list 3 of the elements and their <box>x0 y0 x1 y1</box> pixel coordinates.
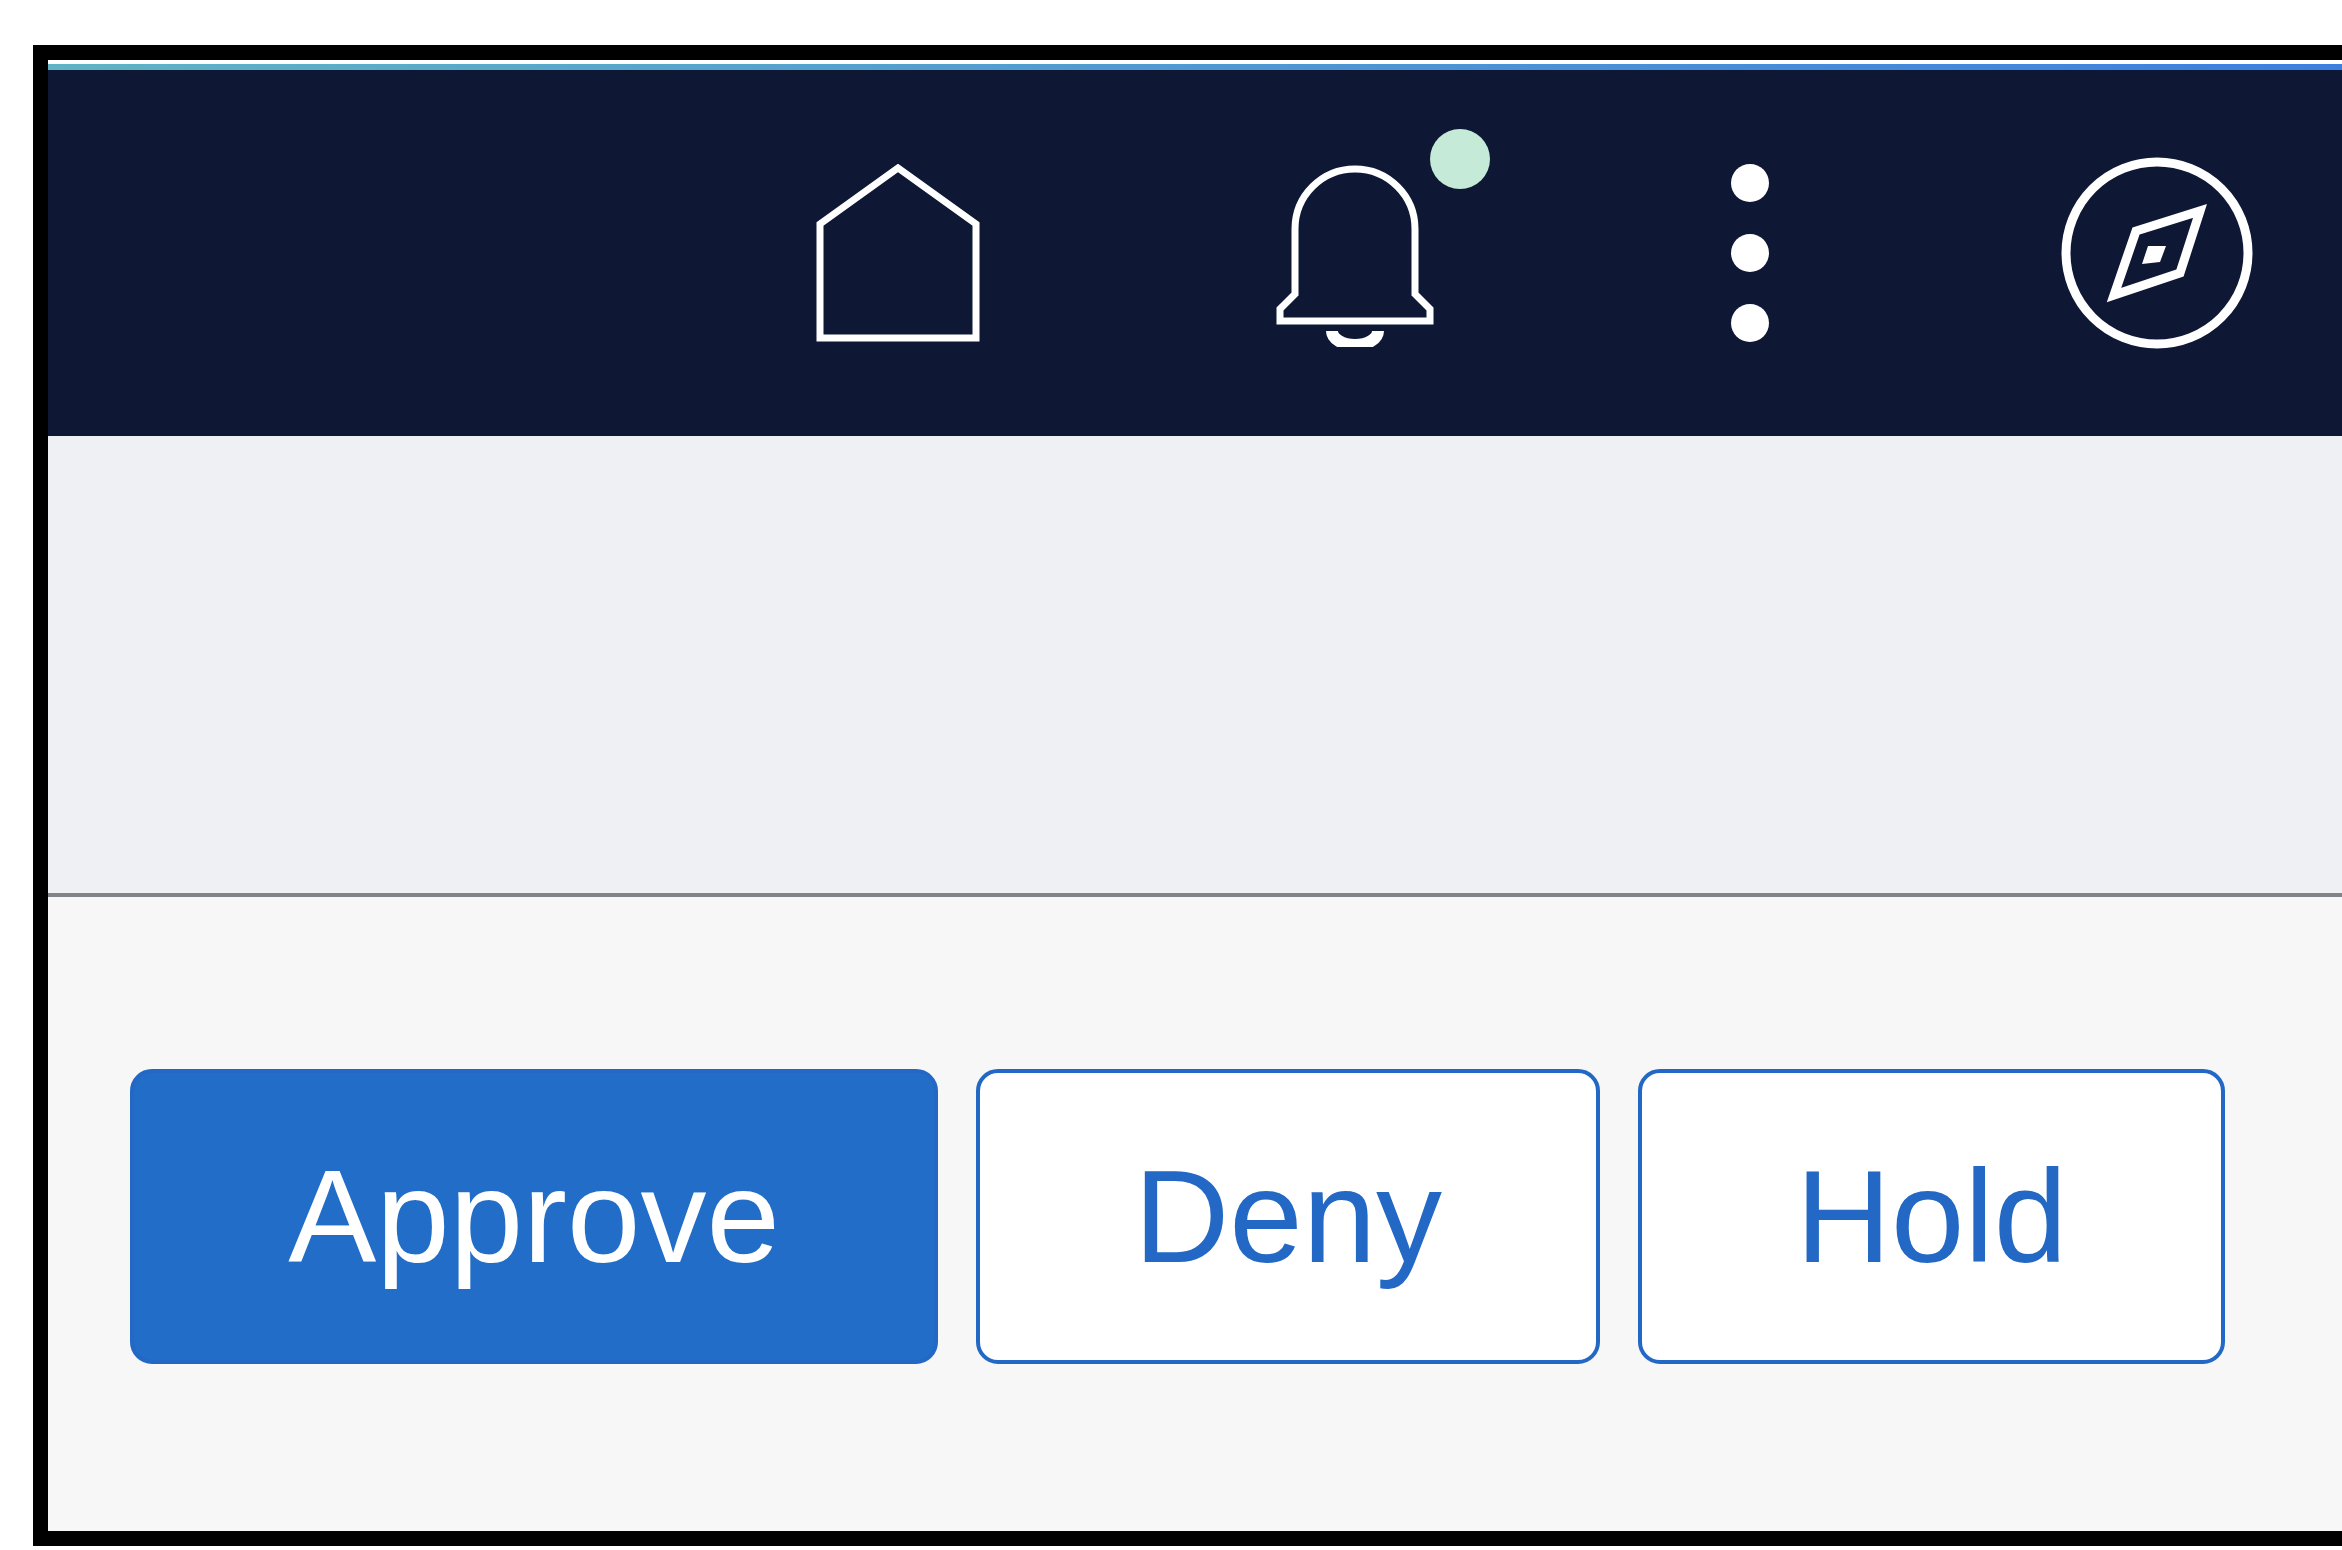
action-button[interactable]: Deny <box>976 1069 1600 1364</box>
approve-button[interactable]: Approve <box>130 1069 938 1364</box>
action-button[interactable]: Hold <box>1638 1069 2225 1364</box>
